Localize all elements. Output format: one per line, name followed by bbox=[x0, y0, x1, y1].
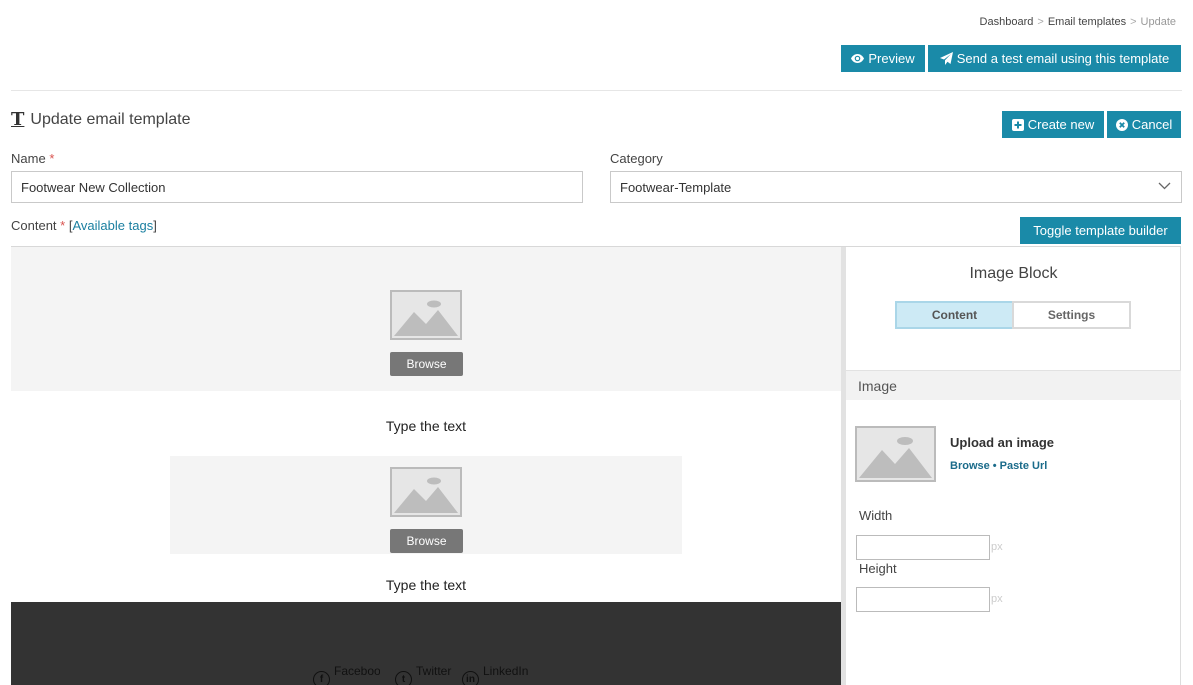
upload-image-title: Upload an image bbox=[950, 435, 1055, 450]
footer-block[interactable]: f Facebook t Twitter in LinkedIn bbox=[11, 602, 841, 685]
breadcrumb-email-templates[interactable]: Email templates bbox=[1048, 16, 1126, 28]
toggle-template-builder-button[interactable]: Toggle template builder bbox=[1020, 217, 1181, 244]
text-block[interactable]: Type the text bbox=[11, 577, 841, 593]
social-facebook[interactable]: f Facebook bbox=[313, 665, 380, 685]
category-label: Category bbox=[610, 151, 663, 166]
image-block-header[interactable]: Browse bbox=[11, 247, 841, 391]
linkedin-icon: in bbox=[462, 671, 479, 685]
times-circle-icon bbox=[1115, 118, 1128, 131]
width-label: Width bbox=[859, 508, 893, 523]
social-linkedin[interactable]: in LinkedIn bbox=[462, 665, 529, 685]
breadcrumb-separator: > bbox=[1037, 16, 1044, 28]
image-block-middle[interactable]: Browse bbox=[170, 456, 682, 554]
paper-plane-icon bbox=[939, 52, 953, 65]
text-format-icon: T bbox=[11, 109, 25, 130]
content-label: Content * [Available tags] bbox=[11, 218, 157, 233]
preview-label: Preview bbox=[868, 51, 915, 66]
breadcrumb-dashboard[interactable]: Dashboard bbox=[980, 16, 1034, 28]
email-canvas: Browse Type the text Browse Type the tex… bbox=[11, 247, 841, 685]
create-new-label: Create new bbox=[1027, 117, 1095, 132]
panel-title: Image Block bbox=[969, 265, 1058, 282]
available-tags-link[interactable]: Available tags bbox=[72, 218, 153, 233]
plus-square-icon bbox=[1011, 118, 1024, 131]
browse-link[interactable]: Browse bbox=[950, 460, 990, 472]
cancel-button[interactable]: Cancel bbox=[1107, 111, 1181, 138]
preview-button[interactable]: Preview bbox=[841, 45, 925, 72]
social-label: LinkedIn bbox=[483, 665, 529, 678]
template-builder: Browse Type the text Browse Type the tex… bbox=[11, 246, 1181, 685]
width-unit: px bbox=[991, 541, 1003, 553]
name-label-text: Name bbox=[11, 151, 46, 166]
eye-icon bbox=[851, 54, 865, 63]
upload-links: Browse • Paste Url bbox=[950, 460, 1047, 472]
image-placeholder-icon bbox=[390, 467, 462, 517]
social-label: Facebook bbox=[334, 665, 380, 678]
breadcrumb: Dashboard > Email templates > Update bbox=[980, 16, 1176, 28]
page-title: T Update email template bbox=[11, 111, 191, 129]
height-unit: px bbox=[991, 593, 1003, 605]
toggle-builder-label: Toggle template builder bbox=[1033, 223, 1168, 238]
required-mark: * bbox=[60, 218, 66, 233]
breadcrumb-current: Update bbox=[1140, 16, 1176, 28]
chevron-down-icon bbox=[1158, 182, 1171, 190]
send-test-label: Send a test email using this template bbox=[956, 51, 1170, 66]
image-thumbnail-icon[interactable] bbox=[855, 426, 936, 482]
browse-button[interactable]: Browse bbox=[390, 529, 463, 553]
section-image-header[interactable]: Image bbox=[846, 370, 1181, 400]
required-mark: * bbox=[49, 151, 55, 166]
facebook-icon: f bbox=[313, 671, 330, 685]
breadcrumb-separator: > bbox=[1130, 16, 1137, 28]
cancel-label: Cancel bbox=[1131, 117, 1173, 132]
create-new-button[interactable]: Create new bbox=[1002, 111, 1104, 138]
paste-url-link[interactable]: Paste Url bbox=[1000, 460, 1048, 472]
name-label: Name * bbox=[11, 151, 54, 166]
category-select-value: Footwear-Template bbox=[620, 179, 732, 195]
content-label-text: Content bbox=[11, 218, 57, 233]
page-title-text: Update email template bbox=[30, 111, 191, 128]
image-placeholder-icon bbox=[390, 290, 462, 340]
height-label: Height bbox=[859, 561, 897, 576]
send-test-email-button[interactable]: Send a test email using this template bbox=[928, 45, 1181, 72]
tab-content[interactable]: Content bbox=[895, 301, 1014, 329]
width-input[interactable] bbox=[856, 535, 990, 560]
name-input[interactable]: Footwear New Collection bbox=[11, 171, 583, 203]
social-twitter[interactable]: t Twitter bbox=[395, 665, 462, 685]
height-input[interactable] bbox=[856, 587, 990, 612]
social-label: Twitter bbox=[416, 665, 452, 678]
header-divider bbox=[11, 90, 1182, 91]
bracket-close: ] bbox=[153, 218, 157, 233]
tab-settings[interactable]: Settings bbox=[1012, 301, 1131, 329]
twitter-icon: t bbox=[395, 671, 412, 685]
browse-button[interactable]: Browse bbox=[390, 352, 463, 376]
text-block[interactable]: Type the text bbox=[11, 418, 841, 434]
category-select[interactable]: Footwear-Template bbox=[610, 171, 1182, 203]
name-input-value: Footwear New Collection bbox=[21, 179, 166, 195]
link-separator: • bbox=[992, 460, 997, 472]
properties-panel: Image Block Content Settings Image Uploa… bbox=[846, 247, 1181, 685]
